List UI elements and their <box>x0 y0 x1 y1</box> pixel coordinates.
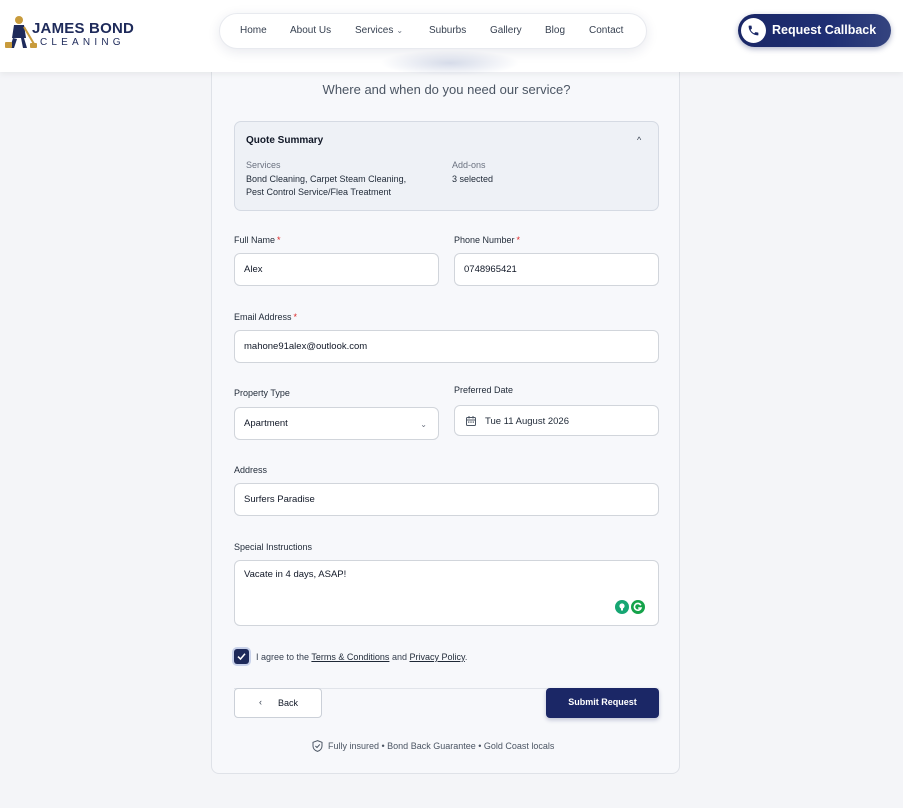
addons-label: Add-ons <box>452 160 486 170</box>
back-button[interactable]: ‹ Back <box>234 688 322 718</box>
request-callback-label: Request Callback <box>772 23 877 37</box>
address-value: Surfers Paradise <box>244 494 315 505</box>
special-instructions-value: Vacate in 4 days, ASAP! <box>244 569 347 580</box>
lightbulb-icon[interactable] <box>615 600 629 614</box>
services-value-line-1: Bond Cleaning, Carpet Steam Cleaning, <box>246 174 407 184</box>
nav-glow <box>380 50 520 76</box>
chevron-down-icon: ⌄ <box>396 26 404 35</box>
phone-icon <box>748 25 759 36</box>
nav-gallery[interactable]: Gallery <box>490 25 522 36</box>
request-callback-button[interactable]: Request Callback <box>738 14 891 47</box>
chevron-left-icon: ‹ <box>259 697 262 707</box>
nav-suburbs[interactable]: Suburbs <box>429 25 466 36</box>
phone-icon-badge <box>741 18 766 43</box>
agree-checkbox[interactable] <box>234 649 249 664</box>
preferred-date-input[interactable]: Tue 11 August 2026 <box>454 405 659 436</box>
special-instructions-textarea[interactable]: Vacate in 4 days, ASAP! <box>234 560 659 626</box>
required-marker: * <box>277 235 281 245</box>
agree-prefix: I agree to the <box>256 652 310 662</box>
preferred-date-label: Preferred Date <box>454 385 514 395</box>
full-name-input[interactable]: Alex <box>234 253 439 286</box>
address-input[interactable]: Surfers Paradise <box>234 483 659 516</box>
property-type-select[interactable]: Apartment ⌄ <box>234 407 439 440</box>
calendar-icon <box>466 416 476 426</box>
phone-label: Phone Number * <box>454 235 520 245</box>
nav-about-us[interactable]: About Us <box>290 25 331 36</box>
email-value: mahone91alex@outlook.com <box>244 341 368 352</box>
trust-text: Fully insured • Bond Back Guarantee • Go… <box>328 741 555 751</box>
addons-value: 3 selected <box>452 174 494 184</box>
submit-request-button[interactable]: Submit Request <box>546 688 659 718</box>
booking-form-card: Where and when do you need our service? … <box>211 60 680 774</box>
brand-name-top: JAMES BOND <box>32 20 135 37</box>
services-label: Services <box>246 160 281 170</box>
back-button-label: Back <box>278 698 299 708</box>
submit-request-label: Submit Request <box>568 697 637 707</box>
required-marker: * <box>293 312 298 322</box>
property-type-label: Property Type <box>234 388 290 398</box>
brand-name-bottom: CLEANING <box>40 37 125 48</box>
email-label: Email Address * <box>234 312 297 322</box>
brand-logo[interactable]: JAMES BOND CLEANING <box>4 14 134 50</box>
grammarly-icon[interactable] <box>631 600 645 614</box>
email-label-text: Email Address <box>234 312 292 322</box>
chevron-down-icon: ⌄ <box>420 420 427 429</box>
phone-label-text: Phone Number <box>454 235 515 245</box>
nav-blog[interactable]: Blog <box>545 25 565 36</box>
agree-suffix: . <box>464 652 468 662</box>
address-label: Address <box>234 465 268 475</box>
terms-link[interactable]: Terms & Conditions <box>311 652 389 662</box>
trust-line: Fully insured • Bond Back Guarantee • Go… <box>312 740 612 754</box>
nav-services-label: Services <box>355 25 394 36</box>
full-name-value: Alex <box>244 264 263 275</box>
nav-services[interactable]: Services ⌄ <box>355 25 403 36</box>
chevron-up-icon[interactable]: ^ <box>637 135 641 145</box>
special-instructions-label: Special Instructions <box>234 542 313 552</box>
property-type-value: Apartment <box>244 418 288 429</box>
main-nav: Home About Us Services ⌄ Suburbs Gallery … <box>219 13 647 49</box>
site-header: JAMES BOND CLEANING Home About Us Servic… <box>0 0 903 76</box>
quote-summary-panel: Quote Summary ^ Services Bond Cleaning, … <box>234 121 659 211</box>
form-heading: Where and when do you need our service? <box>322 82 571 97</box>
agree-and: and <box>391 652 407 662</box>
email-input[interactable]: mahone91alex@outlook.com <box>234 330 659 363</box>
phone-input[interactable]: 0748965421 <box>454 253 659 286</box>
nav-contact[interactable]: Contact <box>589 25 623 36</box>
preferred-date-value: Tue 11 August 2026 <box>485 416 569 427</box>
shield-check-icon <box>312 740 323 752</box>
services-value-line-2: Pest Control Service/Flea Treatment <box>246 187 392 197</box>
privacy-link[interactable]: Privacy Policy <box>409 652 464 662</box>
quote-summary-title: Quote Summary <box>246 135 324 146</box>
full-name-label: Full Name * <box>234 235 281 245</box>
required-marker: * <box>516 235 521 245</box>
full-name-label-text: Full Name <box>234 235 276 245</box>
phone-value: 0748965421 <box>464 264 517 275</box>
checkmark-icon <box>237 653 246 661</box>
nav-home[interactable]: Home <box>240 25 267 36</box>
agree-text: I agree to the Terms & Conditions and Pr… <box>256 652 467 662</box>
